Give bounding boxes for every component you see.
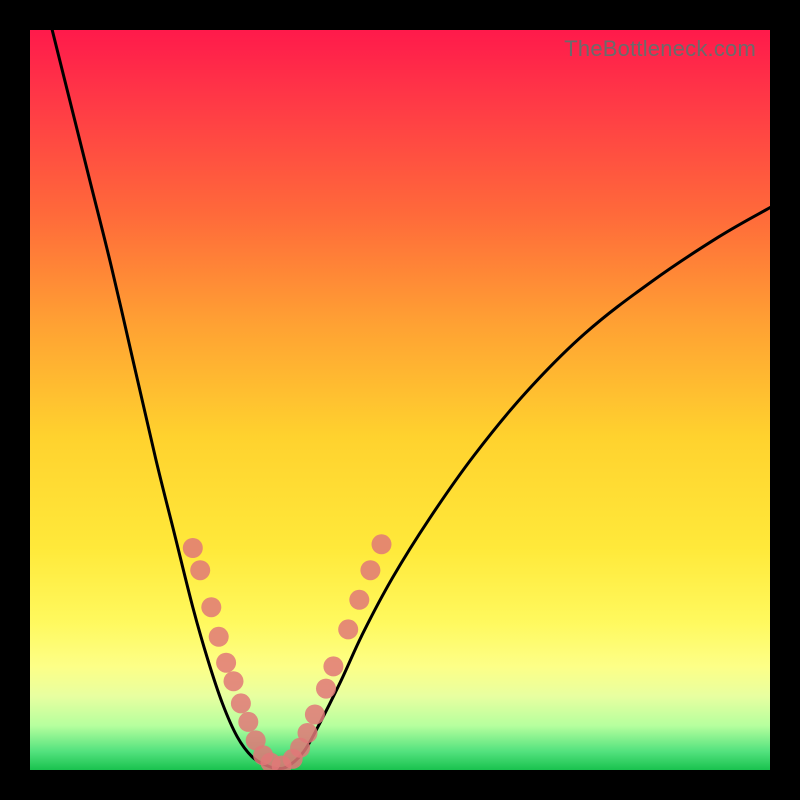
data-marker	[338, 619, 358, 639]
data-marker	[360, 560, 380, 580]
data-marker	[305, 705, 325, 725]
data-marker	[183, 538, 203, 558]
data-marker	[190, 560, 210, 580]
watermark: TheBottleneck.com	[564, 36, 756, 62]
data-marker	[201, 597, 221, 617]
data-marker	[323, 656, 343, 676]
curve-layer	[30, 30, 770, 770]
bottleneck-curve	[52, 30, 770, 769]
data-marker	[349, 590, 369, 610]
data-marker	[216, 653, 236, 673]
data-marker	[238, 712, 258, 732]
data-marker	[231, 693, 251, 713]
data-marker	[224, 671, 244, 691]
data-marker	[372, 534, 392, 554]
data-marker	[209, 627, 229, 647]
plot-area: TheBottleneck.com	[30, 30, 770, 770]
chart-frame: TheBottleneck.com	[0, 0, 800, 800]
data-marker	[298, 723, 318, 743]
data-marker	[316, 679, 336, 699]
curve-markers	[183, 534, 392, 770]
